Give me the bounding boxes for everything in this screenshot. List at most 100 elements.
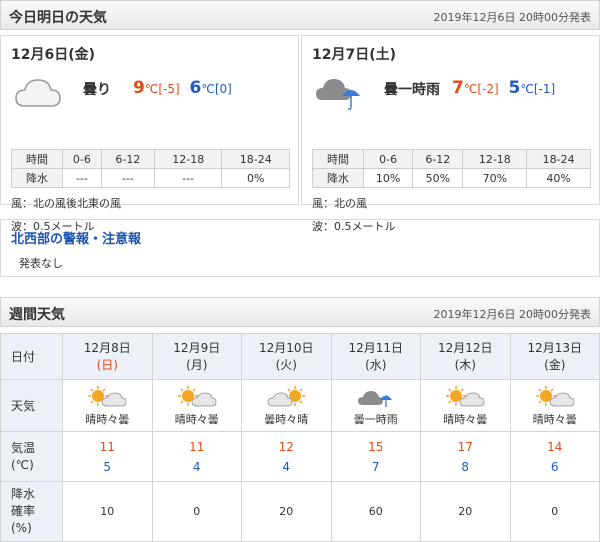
low-temp: 5: [508, 78, 521, 98]
precip-value: 10%: [362, 168, 414, 188]
low-temp: 7: [371, 459, 380, 474]
cloud-umbrella-icon: [314, 72, 364, 112]
day-temps: 14 6: [509, 431, 600, 482]
date-text: 12月12日: [437, 340, 493, 355]
weather-telop: 曇り: [83, 82, 111, 98]
weather-text: 晴時々曇: [532, 412, 577, 426]
date-label: 日付: [0, 333, 63, 380]
day-temps: 12 4: [241, 431, 332, 482]
weekly-section-header: 週間天気 2019年12月6日 20時00分発表: [0, 297, 600, 327]
high-temp-unit: ℃: [144, 82, 159, 96]
day-of-week: (月): [186, 357, 208, 372]
day-date: 12月9日 (月): [151, 333, 242, 380]
date-row: 日付 12月8日 (日) 12月9日 (月) 12月10日 (火) 12月11日 (水)…: [0, 333, 600, 380]
temperature: 9℃[-5] 6℃[0]: [133, 78, 232, 98]
weather-text: 晴時々曇: [174, 412, 219, 426]
precip-table: 時間 0-6 6-12 12-18 18-24 降水 --- --- --- 0…: [11, 149, 290, 188]
cloud-umbrella-icon: [356, 385, 396, 409]
high-temp: 11: [99, 439, 115, 454]
section-title: 今日明日の天気: [9, 10, 107, 26]
precip-value: 20: [420, 481, 511, 542]
precip-value: 0%: [221, 168, 290, 188]
low-temp: 4: [192, 459, 201, 474]
day-weather: 晴時々曇: [509, 379, 600, 432]
day-date: 12月12日 (木): [420, 333, 511, 380]
period: 0-6: [362, 149, 414, 169]
day-of-week: (日): [96, 357, 118, 372]
low-temp: 4: [282, 459, 291, 474]
precip-label-line: 降水: [11, 487, 36, 501]
precip-value: 20: [241, 481, 332, 542]
high-temp: 15: [368, 439, 384, 454]
low-temp-diff: [0]: [214, 82, 232, 96]
day-of-week: (水): [365, 357, 387, 372]
temperature: 7℃[-2] 5℃[-1]: [452, 78, 555, 98]
weather-text: 晴時々曇: [443, 412, 488, 426]
day-date: 12月13日 (金): [509, 333, 600, 380]
day-temps: 15 7: [330, 431, 421, 482]
section-title: 週間天気: [9, 307, 65, 323]
weather-text: 曇時々晴: [264, 412, 309, 426]
precip-value: ---: [100, 168, 155, 188]
wind-info: 風：北の風: [312, 197, 367, 210]
precip-label-unit: (%): [11, 521, 32, 535]
warnings-title-link[interactable]: 北西部の警報・注意報: [11, 228, 141, 247]
temperature-label: 気温 (℃): [0, 431, 63, 482]
issued-time: 2019年12月6日 20時00分発表: [433, 11, 591, 24]
weather-text: 曇一時雨: [353, 412, 398, 426]
day-weather: 晴時々曇: [151, 379, 242, 432]
rain-label: 降水: [312, 168, 364, 188]
high-temp-diff: [-5]: [158, 82, 180, 96]
cloud-icon: [13, 72, 63, 112]
temperature-row: 気温 (℃) 11 5 11 4 12 4 15 7 17 8 14 6: [0, 431, 600, 482]
date-text: 12月9日: [173, 340, 221, 355]
time-label: 時間: [312, 149, 364, 169]
period: 18-24: [221, 149, 290, 169]
day-temps: 11 4: [151, 431, 242, 482]
rain-label: 降水: [11, 168, 63, 188]
high-temp: 9: [133, 78, 145, 98]
precip-row: 降水確率 (%) 10 0 20 60 20 0: [0, 481, 600, 542]
high-temp-unit: ℃: [463, 82, 478, 96]
forecast-date: 12月6日(金): [11, 47, 96, 63]
precip-value: 60: [330, 481, 421, 542]
high-temp: 11: [189, 439, 205, 454]
precip-value: 0: [509, 481, 600, 542]
day-weather: 曇時々晴: [241, 379, 332, 432]
low-temp-unit: ℃: [520, 82, 534, 96]
day-temps: 11 5: [62, 431, 153, 482]
date-text: 12月8日: [83, 340, 131, 355]
precip-value: 50%: [412, 168, 464, 188]
precip-value: 0: [151, 481, 242, 542]
high-temp: 7: [452, 78, 464, 98]
low-temp: 5: [103, 459, 112, 474]
sun-cloud-icon: [177, 385, 217, 409]
temp-label-unit: (℃): [11, 457, 34, 472]
period: 6-12: [412, 149, 464, 169]
issued-time: 2019年12月6日 20時00分発表: [433, 308, 591, 321]
time-label: 時間: [11, 149, 63, 169]
date-text: 12月10日: [258, 340, 314, 355]
high-temp: 17: [457, 439, 473, 454]
precip-value: 70%: [462, 168, 528, 188]
day-weather: 曇一時雨: [330, 379, 421, 432]
date-text: 12月11日: [348, 340, 404, 355]
day-date: 12月8日 (日): [62, 333, 153, 380]
low-temp-unit: ℃: [201, 82, 215, 96]
period: 0-6: [62, 149, 102, 169]
precip-value: 10: [62, 481, 153, 542]
tomorrow-forecast: 12月7日(土) 曇一時雨 7℃[-2] 5℃[-1] 時間 0-6 6-12 …: [301, 35, 600, 233]
day-date: 12月10日 (火): [241, 333, 332, 380]
precip-label-line: 確率: [11, 504, 36, 518]
warnings-text: 発表なし: [19, 257, 63, 270]
precip-value: ---: [62, 168, 102, 188]
high-temp-diff: [-2]: [477, 82, 499, 96]
precip-label: 降水確率 (%): [0, 481, 63, 542]
day-date: 12月11日 (水): [330, 333, 421, 380]
high-temp: 14: [547, 439, 563, 454]
period: 6-12: [100, 149, 155, 169]
period: 18-24: [526, 149, 591, 169]
today-forecast: 12月6日(金) 曇り 9℃[-5] 6℃[0] 時間 0-6 6-12 12-…: [0, 35, 299, 233]
low-temp: 6: [189, 78, 202, 98]
weather-label: 天気: [0, 379, 63, 432]
